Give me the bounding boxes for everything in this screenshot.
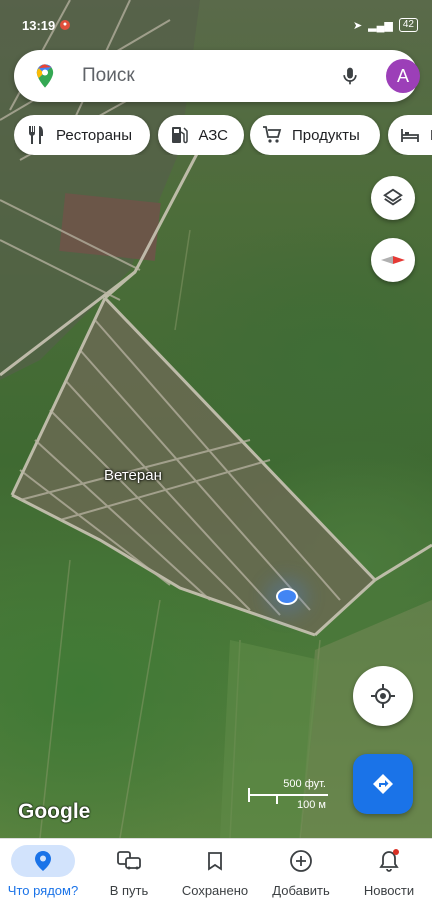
battery-icon: 42 — [398, 18, 418, 32]
crosshair-icon — [371, 684, 395, 708]
status-icons: ➤ ▂▄▆ 42 — [353, 18, 418, 32]
chip-groceries[interactable]: Продукты — [250, 115, 380, 155]
account-avatar[interactable]: A — [386, 59, 420, 93]
nav-saved[interactable]: Сохранено — [172, 839, 258, 910]
bottom-navigation: Что рядом? В путь Сохранено Добавить Нов… — [0, 838, 432, 910]
my-location-marker — [276, 588, 298, 605]
compass-button[interactable] — [371, 238, 415, 282]
fork-knife-icon — [24, 123, 48, 147]
notification-icon: ● — [60, 20, 70, 30]
my-location-button[interactable] — [353, 666, 413, 726]
layers-button[interactable] — [371, 176, 415, 220]
compass-icon — [381, 256, 405, 264]
category-chips: Рестораны АЗС Продукты Го — [14, 115, 432, 155]
search-bar[interactable]: Поиск A — [14, 50, 420, 102]
status-time: 13:19 — [22, 18, 56, 33]
shopping-cart-icon — [260, 123, 284, 147]
chip-gas-stations[interactable]: АЗС — [158, 115, 244, 155]
microphone-icon[interactable] — [340, 64, 360, 88]
chip-restaurants[interactable]: Рестораны — [14, 115, 150, 155]
location-arrow-icon: ➤ — [352, 19, 363, 32]
add-circle-icon — [290, 850, 312, 872]
nav-updates[interactable]: Новости — [346, 839, 432, 910]
hotel-bed-icon — [398, 123, 422, 147]
place-label-veteran[interactable]: Ветеран — [104, 467, 162, 484]
chip-hotels[interactable]: Го — [388, 115, 432, 155]
google-maps-pin-icon — [36, 64, 54, 88]
bookmark-icon — [208, 852, 222, 871]
location-pin-icon — [35, 851, 51, 871]
directions-icon — [373, 774, 393, 794]
nav-explore[interactable]: Что рядом? — [0, 839, 86, 910]
scale-imperial: 500 фут. — [283, 778, 326, 790]
google-attribution: Google — [18, 800, 91, 823]
nav-go[interactable]: В путь — [86, 839, 172, 910]
scale-metric: 100 м — [297, 799, 326, 811]
search-input[interactable]: Поиск — [82, 65, 135, 87]
gas-station-icon — [168, 123, 190, 147]
signal-icon: ▂▄▆ — [368, 19, 393, 32]
layers-icon — [383, 188, 403, 206]
bell-icon — [379, 849, 399, 872]
directions-button[interactable] — [353, 754, 413, 814]
commute-icon — [117, 851, 141, 870]
map-scale: 500 фут. 100 м — [246, 778, 330, 812]
status-bar: 13:19 ● ➤ ▂▄▆ 42 — [0, 0, 432, 33]
nav-contribute[interactable]: Добавить — [258, 839, 344, 910]
